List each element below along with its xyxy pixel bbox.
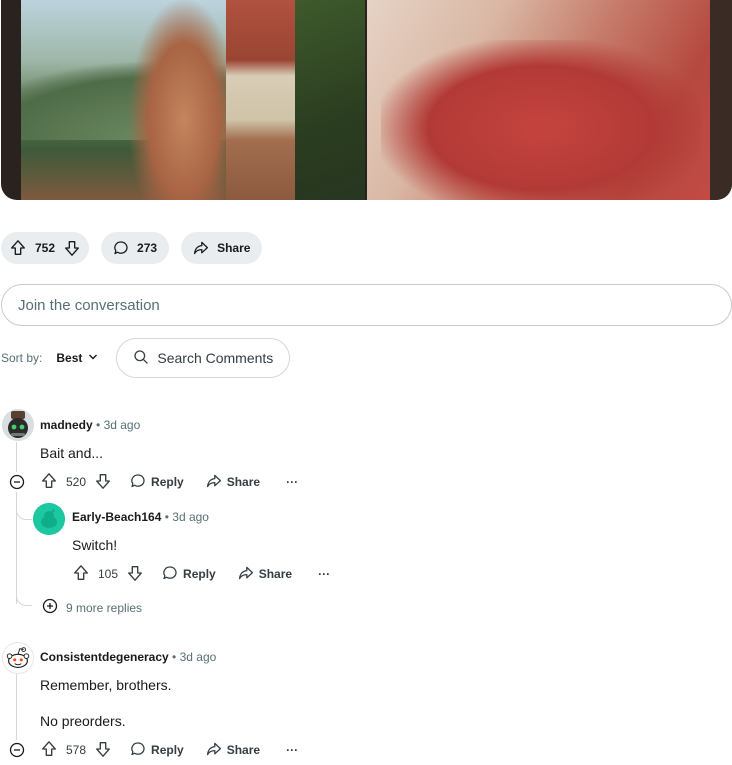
comment-timestamp: 3d ago [172,510,209,524]
vote-count: 105 [98,567,119,581]
reply-button[interactable]: Reply [162,565,216,584]
more-icon: ··· [286,743,299,757]
more-options-button[interactable]: ··· [286,743,298,757]
sort-value: Best [56,351,83,365]
share-icon [238,565,254,584]
comment-sort-row: Sort by: Best Search Comments [1,338,291,378]
join-conversation-input[interactable]: Join the conversation [1,284,732,326]
search-comments-field[interactable]: Search Comments [116,338,291,378]
reply-label: Reply [151,743,184,757]
comment-actions: 520 Reply Share ··· [40,472,298,492]
downvote-icon[interactable] [94,472,112,493]
vote-count: 578 [66,743,87,757]
share-button[interactable]: Share [206,741,260,760]
thread-line [16,674,17,740]
share-label: Share [226,743,261,757]
comment-vote: 105 [72,564,144,585]
reply-icon [162,565,178,584]
comment-icon [113,240,129,256]
sort-dropdown[interactable]: Best [56,351,98,365]
search-placeholder: Search Comments [157,350,274,366]
more-icon: ··· [318,567,331,581]
thread-line [16,442,17,472]
comment-author[interactable]: Consistentdegeneracy • 3d ago [40,650,216,664]
reply-connector [16,500,32,520]
comment-actions: 578 Reply Share ··· [40,740,298,760]
reply-icon [130,473,146,492]
comment-timestamp: 3d ago [103,418,141,432]
more-replies-connector [16,586,32,606]
comment-vote: 578 [40,740,112,761]
share-button[interactable]: Share [238,565,292,584]
more-icon: ··· [286,475,299,489]
username[interactable]: Early-Beach164 [72,510,161,524]
share-icon [206,741,222,760]
comments-button[interactable]: 273 [101,232,170,264]
comment-text: Bait and... [40,445,104,461]
downvote-icon[interactable] [63,239,81,257]
reply-icon [130,741,146,760]
collapse-thread-icon[interactable] [9,474,25,490]
expand-icon [42,598,58,617]
comment-author[interactable]: Early-Beach164 • 3d ago [72,510,209,524]
comment-vote: 520 [40,472,112,493]
search-icon [133,349,149,368]
more-options-button[interactable]: ··· [318,567,330,581]
username[interactable]: Consistentdegeneracy [40,650,169,664]
downvote-icon[interactable] [126,564,144,585]
reply-button[interactable]: Reply [130,741,184,760]
post-media-gallery[interactable] [1,0,732,200]
comment-count: 273 [137,241,158,255]
reply-label: Reply [183,567,216,581]
share-label: Share [258,567,293,581]
upvote-icon[interactable] [72,564,90,585]
upvote-icon[interactable] [40,472,58,493]
more-replies-button[interactable]: 9 more replies [42,598,142,617]
upvote-icon[interactable] [40,740,58,761]
media-image-left [21,0,365,200]
reply-button[interactable]: Reply [130,473,184,492]
sort-by-label: Sort by: [1,351,43,365]
share-button[interactable]: Share [206,473,260,492]
share-label: Share [217,241,251,255]
post-vote-pill: 752 [1,232,90,264]
upvote-icon[interactable] [9,239,27,257]
collapse-thread-icon[interactable] [9,742,25,758]
share-button[interactable]: Share [181,232,263,264]
join-placeholder: Join the conversation [18,296,160,314]
share-label: Share [226,475,261,489]
more-replies-label: 9 more replies [66,600,143,615]
avatar[interactable] [33,503,65,535]
post-vote-count: 752 [35,241,56,255]
avatar[interactable] [2,642,34,674]
comment-text-line: No preorders. [40,713,126,729]
comment-text-line: Remember, brothers. [40,677,172,693]
share-icon [193,240,209,256]
avatar[interactable] [2,409,34,441]
downvote-icon[interactable] [94,740,112,761]
comment-timestamp: 3d ago [179,650,217,664]
comment-author[interactable]: madnedy • 3d ago [40,418,140,432]
chevron-down-icon [88,351,98,365]
post-action-bar: 752 273 Share [1,232,263,264]
more-options-button[interactable]: ··· [286,475,298,489]
comment-text: Switch! [72,537,118,553]
share-icon [206,473,222,492]
comment-actions: 105 Reply Share ··· [72,564,330,584]
username[interactable]: madnedy [40,418,93,432]
reply-label: Reply [151,475,184,489]
vote-count: 520 [66,475,87,489]
